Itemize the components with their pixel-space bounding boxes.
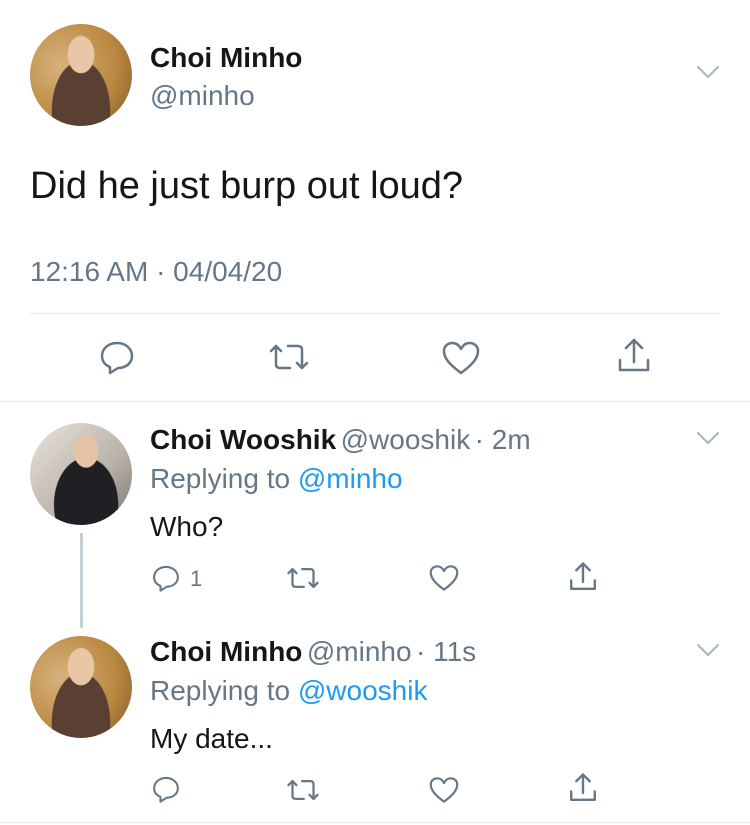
reply-icon[interactable] [98,338,136,376]
share-icon[interactable] [567,560,599,594]
chevron-down-icon[interactable] [696,430,720,446]
replying-to: Replying to @minho [150,463,403,495]
reply-text: Who? [150,511,224,542]
like-icon[interactable] [428,564,460,592]
replying-to: Replying to @wooshik [150,675,427,707]
share-icon[interactable] [567,771,599,805]
author-handle[interactable]: @minho [150,80,255,112]
author-name[interactable]: Choi Minho [150,42,302,74]
replying-to-label: Replying to [150,463,298,494]
avatar[interactable] [30,24,132,126]
author-handle[interactable]: @minho [307,636,412,667]
divider [0,401,750,402]
reply-time: · 2m [474,424,531,455]
retweet-icon[interactable] [286,776,320,804]
divider [30,313,720,314]
divider [0,822,750,823]
avatar[interactable] [30,423,132,525]
reply-time: · 11s [416,636,477,667]
replying-to-label: Replying to [150,675,298,706]
author-name[interactable]: Choi Wooshik [150,424,336,455]
avatar[interactable] [30,636,132,738]
replying-to-handle[interactable]: @minho [298,463,403,494]
share-icon[interactable] [615,336,653,376]
chevron-down-icon[interactable] [696,642,720,658]
like-icon[interactable] [428,776,460,804]
tweet-text: Did he just burp out loud? [30,165,464,207]
chevron-down-icon[interactable] [696,64,720,80]
author-handle[interactable]: @wooshik [341,424,471,455]
author-name[interactable]: Choi Minho [150,636,302,667]
retweet-icon[interactable] [268,340,310,374]
replying-to-handle[interactable]: @wooshik [298,675,428,706]
retweet-icon[interactable] [286,564,320,592]
tweet-timestamp: 12:16 AM · 04/04/20 [30,256,283,287]
thread-line [80,533,83,628]
reply-icon[interactable] [151,563,181,593]
reply-icon[interactable] [151,774,181,804]
reply-header: Choi Wooshik @wooshik · 2m [150,424,531,456]
reply-header: Choi Minho @minho · 11s [150,636,476,668]
like-icon[interactable] [441,340,481,376]
reply-text: My date... [150,723,273,754]
reply-count: 1 [190,566,203,591]
